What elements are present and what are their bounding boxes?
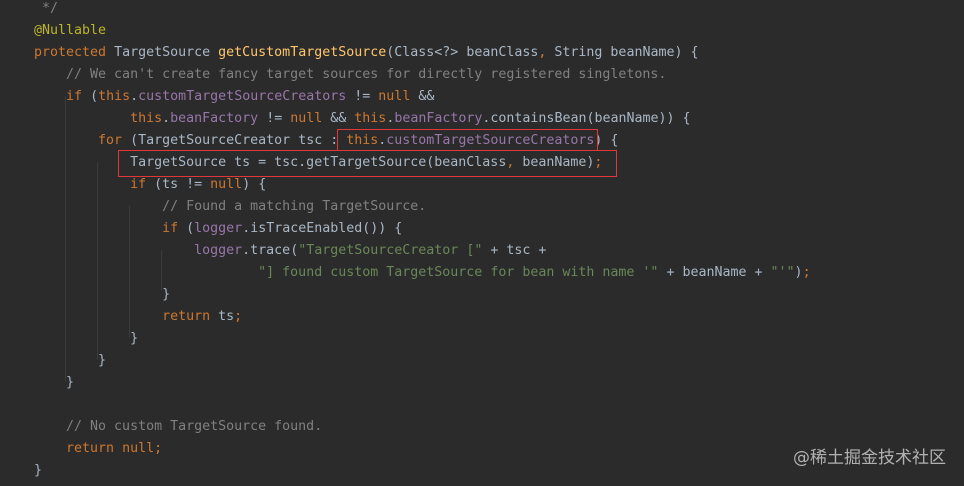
code-token: + tsc + [482,243,547,258]
code-token: } [34,287,171,302]
code-line[interactable]: // No custom TargetSource found. [34,416,322,438]
code-token: "'" [770,265,795,280]
code-token: logger [194,243,243,258]
code-line[interactable]: protected TargetSource getCustomTargetSo… [34,42,699,64]
code-token: ; [154,441,163,456]
code-token: ) [794,265,803,280]
code-token: // We can't create fancy target sources … [34,67,667,82]
code-token: TargetSource [114,45,219,60]
code-token: ) { [242,177,267,192]
code-token: String beanName) { [554,45,699,60]
code-token: .isTraceEnabled()) { [242,221,403,236]
code-token: (ts != [154,177,211,192]
code-token: .containsBean(beanName)) { [482,111,691,126]
code-token: .trace( [242,243,299,258]
code-token: logger [194,221,243,236]
code-token: ts [218,309,235,324]
code-token: ; [234,309,243,324]
code-token: if [66,89,91,104]
code-token: // No custom TargetSource found. [34,419,323,434]
code-token: this [130,111,163,126]
code-token: beanFactory [394,111,483,126]
code-line[interactable]: return null; [34,438,162,460]
code-token: ; [802,265,811,280]
code-token: (Class<?> beanClass [386,45,539,60]
code-line[interactable]: this.beanFactory != null && this.beanFac… [34,108,691,130]
code-token: if [130,177,155,192]
code-token: && [330,111,355,126]
code-token: customTargetSourceCreators [138,89,347,104]
code-token: ( [186,221,195,236]
code-token: null [210,177,243,192]
code-token: } [34,463,43,478]
code-line[interactable]: // We can't create fancy target sources … [34,64,666,86]
code-token: != [346,89,379,104]
code-line[interactable]: } [34,350,106,372]
code-token: null [378,89,419,104]
code-token: */ [34,1,59,16]
code-line[interactable]: "] found custom TargetSource for bean wi… [34,262,811,284]
watermark: @稀土掘金技术社区 [793,448,946,468]
code-line[interactable]: } [34,372,74,394]
highlight-box-iterable [337,129,598,151]
code-token: . [162,111,171,126]
code-line[interactable]: if (this.customTargetSourceCreators != n… [34,86,434,108]
code-token: . [130,89,139,104]
code-token: this [354,111,387,126]
code-token: return [162,309,219,324]
code-token: if [162,221,187,236]
code-token: "TargetSourceCreator [" [298,243,483,258]
code-line[interactable]: */ [34,0,58,20]
code-token: ( [90,89,99,104]
code-token: } [34,353,107,368]
code-token: this [98,89,131,104]
code-line[interactable]: if (ts != null) { [34,174,266,196]
code-token: ) { [594,133,619,148]
code-line[interactable]: } [34,284,170,306]
code-token: for [98,133,131,148]
code-line[interactable]: return ts; [34,306,242,328]
code-token: // Found a matching TargetSource. [34,199,427,214]
code-token: @Nullable [34,23,107,38]
code-token: getCustomTargetSource [218,45,387,60]
code-token: beanFactory [170,111,259,126]
code-line[interactable]: } [34,328,138,350]
code-token: != [258,111,291,126]
code-line[interactable]: if (logger.isTraceEnabled()) { [34,218,402,240]
code-token: && [418,89,435,104]
code-line[interactable]: } [34,460,42,482]
code-token: "] found custom TargetSource for bean wi… [258,265,659,280]
code-token: } [34,331,139,346]
code-token: protected [34,45,115,60]
code-token: return null [66,441,155,456]
code-editor[interactable]: */ @Nullable protected TargetSource getCus… [0,0,964,486]
code-token: null [290,111,331,126]
code-line[interactable]: logger.trace("TargetSourceCreator [" + t… [34,240,546,262]
code-line[interactable]: @Nullable [34,20,106,42]
code-token: + beanName + [658,265,771,280]
code-token: (TargetSourceCreator tsc : [130,133,347,148]
code-token: , [538,45,555,60]
code-line[interactable]: // Found a matching TargetSource. [34,196,426,218]
code-token: } [34,375,75,390]
highlight-box-statement [118,150,617,177]
